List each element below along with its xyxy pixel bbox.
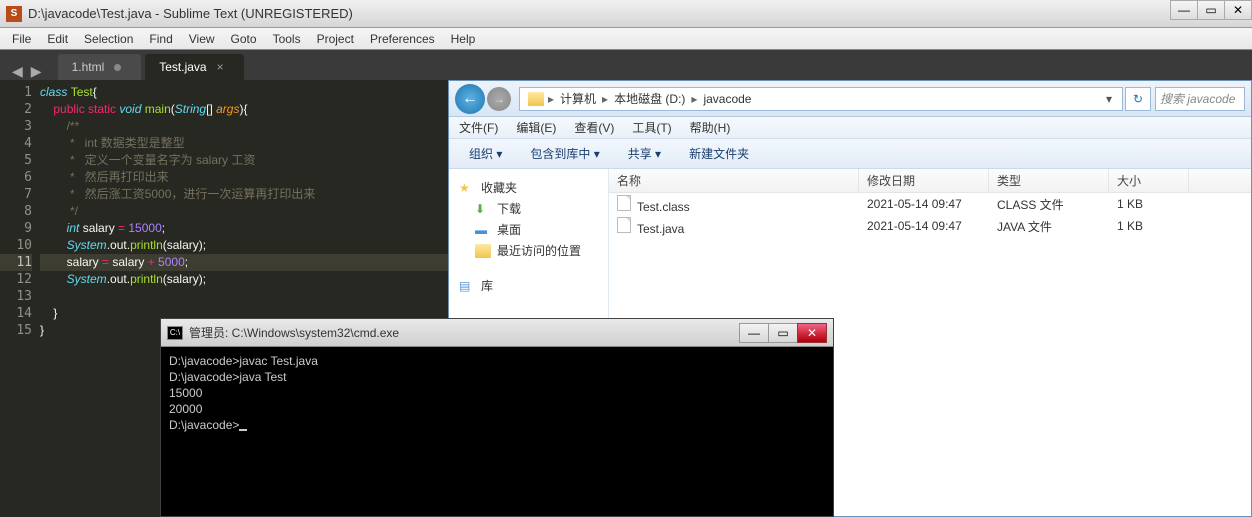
file-icon xyxy=(617,195,631,211)
menu-selection[interactable]: Selection xyxy=(76,30,141,48)
sidebar-desktop[interactable]: ▬桌面 xyxy=(453,219,604,240)
line-number: 7 xyxy=(0,186,32,203)
menu-goto[interactable]: Goto xyxy=(223,30,265,48)
menubar: File Edit Selection Find View Goto Tools… xyxy=(0,28,1252,50)
folder-icon xyxy=(528,92,544,106)
exp-menu-help[interactable]: 帮助(H) xyxy=(690,119,731,136)
file-row[interactable]: Test.class 2021-05-14 09:47 CLASS 文件 1 K… xyxy=(609,193,1251,215)
gutter: 1 2 3 4 5 6 7 8 9 10 11 12 13 14 15 xyxy=(0,80,40,517)
exp-menu-view[interactable]: 查看(V) xyxy=(574,119,614,136)
maximize-button[interactable]: ▭ xyxy=(1197,0,1225,20)
col-date[interactable]: 修改日期 xyxy=(859,169,989,192)
cmd-titlebar: C:\ 管理员: C:\Windows\system32\cmd.exe — ▭… xyxy=(161,319,833,347)
exp-menu-file[interactable]: 文件(F) xyxy=(459,119,498,136)
tabbar: ◀ ▶ 1.html Test.java × xyxy=(0,50,1252,80)
col-type[interactable]: 类型 xyxy=(989,169,1109,192)
explorer-menubar: 文件(F) 编辑(E) 查看(V) 工具(T) 帮助(H) xyxy=(449,117,1251,139)
cursor-icon xyxy=(239,429,247,431)
cmd-title: 管理员: C:\Windows\system32\cmd.exe xyxy=(189,324,740,341)
line-number: 12 xyxy=(0,271,32,288)
minimize-button[interactable]: — xyxy=(1170,0,1198,20)
line-number: 2 xyxy=(0,101,32,118)
sidebar-libraries[interactable]: ▤库 xyxy=(453,275,604,296)
tab-label: 1.html xyxy=(72,60,105,74)
menu-edit[interactable]: Edit xyxy=(39,30,76,48)
tab-next-icon[interactable]: ▶ xyxy=(27,63,46,80)
close-button[interactable]: ✕ xyxy=(1224,0,1252,20)
include-lib-button[interactable]: 包含到库中 ▾ xyxy=(520,143,609,164)
col-size[interactable]: 大小 xyxy=(1109,169,1189,192)
new-folder-button[interactable]: 新建文件夹 xyxy=(679,143,759,164)
cmd-icon: C:\ xyxy=(167,326,183,340)
sidebar-favorites[interactable]: ★收藏夹 xyxy=(453,177,604,198)
sidebar-downloads[interactable]: ⬇下载 xyxy=(453,198,604,219)
tab-label: Test.java xyxy=(159,60,206,74)
cmd-window: C:\ 管理员: C:\Windows\system32\cmd.exe — ▭… xyxy=(160,318,834,517)
cmd-line: 20000 xyxy=(169,401,825,417)
line-number: 15 xyxy=(0,322,32,339)
cmd-close-button[interactable]: ✕ xyxy=(797,323,827,343)
cmd-line: D:\javacode>javac Test.java xyxy=(169,353,825,369)
address-bar[interactable]: ▸ 计算机 ▸ 本地磁盘 (D:) ▸ javacode ▾ xyxy=(519,87,1123,111)
star-icon: ★ xyxy=(459,181,475,195)
menu-preferences[interactable]: Preferences xyxy=(362,30,443,48)
cmd-line: 15000 xyxy=(169,385,825,401)
line-number: 14 xyxy=(0,305,32,322)
menu-project[interactable]: Project xyxy=(309,30,362,48)
sidebar-recent[interactable]: 最近访问的位置 xyxy=(453,240,604,261)
line-number: 1 xyxy=(0,84,32,101)
explorer-topbar: ← → ▸ 计算机 ▸ 本地磁盘 (D:) ▸ javacode ▾ ↻ 搜索 … xyxy=(449,81,1251,117)
line-number: 5 xyxy=(0,152,32,169)
breadcrumb[interactable]: 本地磁盘 (D:) xyxy=(608,90,691,107)
tab-1html[interactable]: 1.html xyxy=(58,54,142,80)
cmd-line: D:\javacode>java Test xyxy=(169,369,825,385)
chevron-down-icon[interactable]: ▾ xyxy=(1100,92,1118,106)
file-row[interactable]: Test.java 2021-05-14 09:47 JAVA 文件 1 KB xyxy=(609,215,1251,237)
line-number: 4 xyxy=(0,135,32,152)
refresh-button[interactable]: ↻ xyxy=(1125,87,1151,111)
line-number: 11 xyxy=(0,254,32,271)
menu-help[interactable]: Help xyxy=(443,30,484,48)
file-icon xyxy=(617,217,631,233)
forward-button[interactable]: → xyxy=(487,87,511,111)
line-number: 10 xyxy=(0,237,32,254)
cmd-prompt: D:\javacode> xyxy=(169,417,825,433)
breadcrumb[interactable]: 计算机 xyxy=(554,90,602,107)
cmd-output[interactable]: D:\javacode>javac Test.java D:\javacode>… xyxy=(161,347,833,439)
breadcrumb[interactable]: javacode xyxy=(697,92,757,106)
download-icon: ⬇ xyxy=(475,202,491,216)
cmd-minimize-button[interactable]: — xyxy=(739,323,769,343)
line-number: 3 xyxy=(0,118,32,135)
library-icon: ▤ xyxy=(459,279,475,293)
app-icon: S xyxy=(6,6,22,22)
dirty-dot-icon xyxy=(114,64,121,71)
line-number: 9 xyxy=(0,220,32,237)
exp-menu-edit[interactable]: 编辑(E) xyxy=(516,119,556,136)
tab-testjava[interactable]: Test.java × xyxy=(145,54,243,80)
line-number: 6 xyxy=(0,169,32,186)
menu-file[interactable]: File xyxy=(4,30,39,48)
window-title: D:\javacode\Test.java - Sublime Text (UN… xyxy=(28,6,353,21)
back-button[interactable]: ← xyxy=(455,84,485,114)
col-name[interactable]: 名称 xyxy=(609,169,859,192)
organize-button[interactable]: 组织 ▾ xyxy=(459,143,512,164)
explorer-toolbar: 组织 ▾ 包含到库中 ▾ 共享 ▾ 新建文件夹 xyxy=(449,139,1251,169)
tab-prev-icon[interactable]: ◀ xyxy=(8,63,27,80)
cmd-maximize-button[interactable]: ▭ xyxy=(768,323,798,343)
menu-view[interactable]: View xyxy=(181,30,223,48)
search-input[interactable]: 搜索 javacode xyxy=(1155,87,1245,111)
exp-menu-tools[interactable]: 工具(T) xyxy=(632,119,671,136)
line-number: 8 xyxy=(0,203,32,220)
desktop-icon: ▬ xyxy=(475,223,491,237)
titlebar: S D:\javacode\Test.java - Sublime Text (… xyxy=(0,0,1252,28)
menu-tools[interactable]: Tools xyxy=(265,30,309,48)
line-number: 13 xyxy=(0,288,32,305)
share-button[interactable]: 共享 ▾ xyxy=(618,143,671,164)
recent-icon xyxy=(475,244,491,258)
close-icon[interactable]: × xyxy=(217,60,224,74)
menu-find[interactable]: Find xyxy=(141,30,180,48)
